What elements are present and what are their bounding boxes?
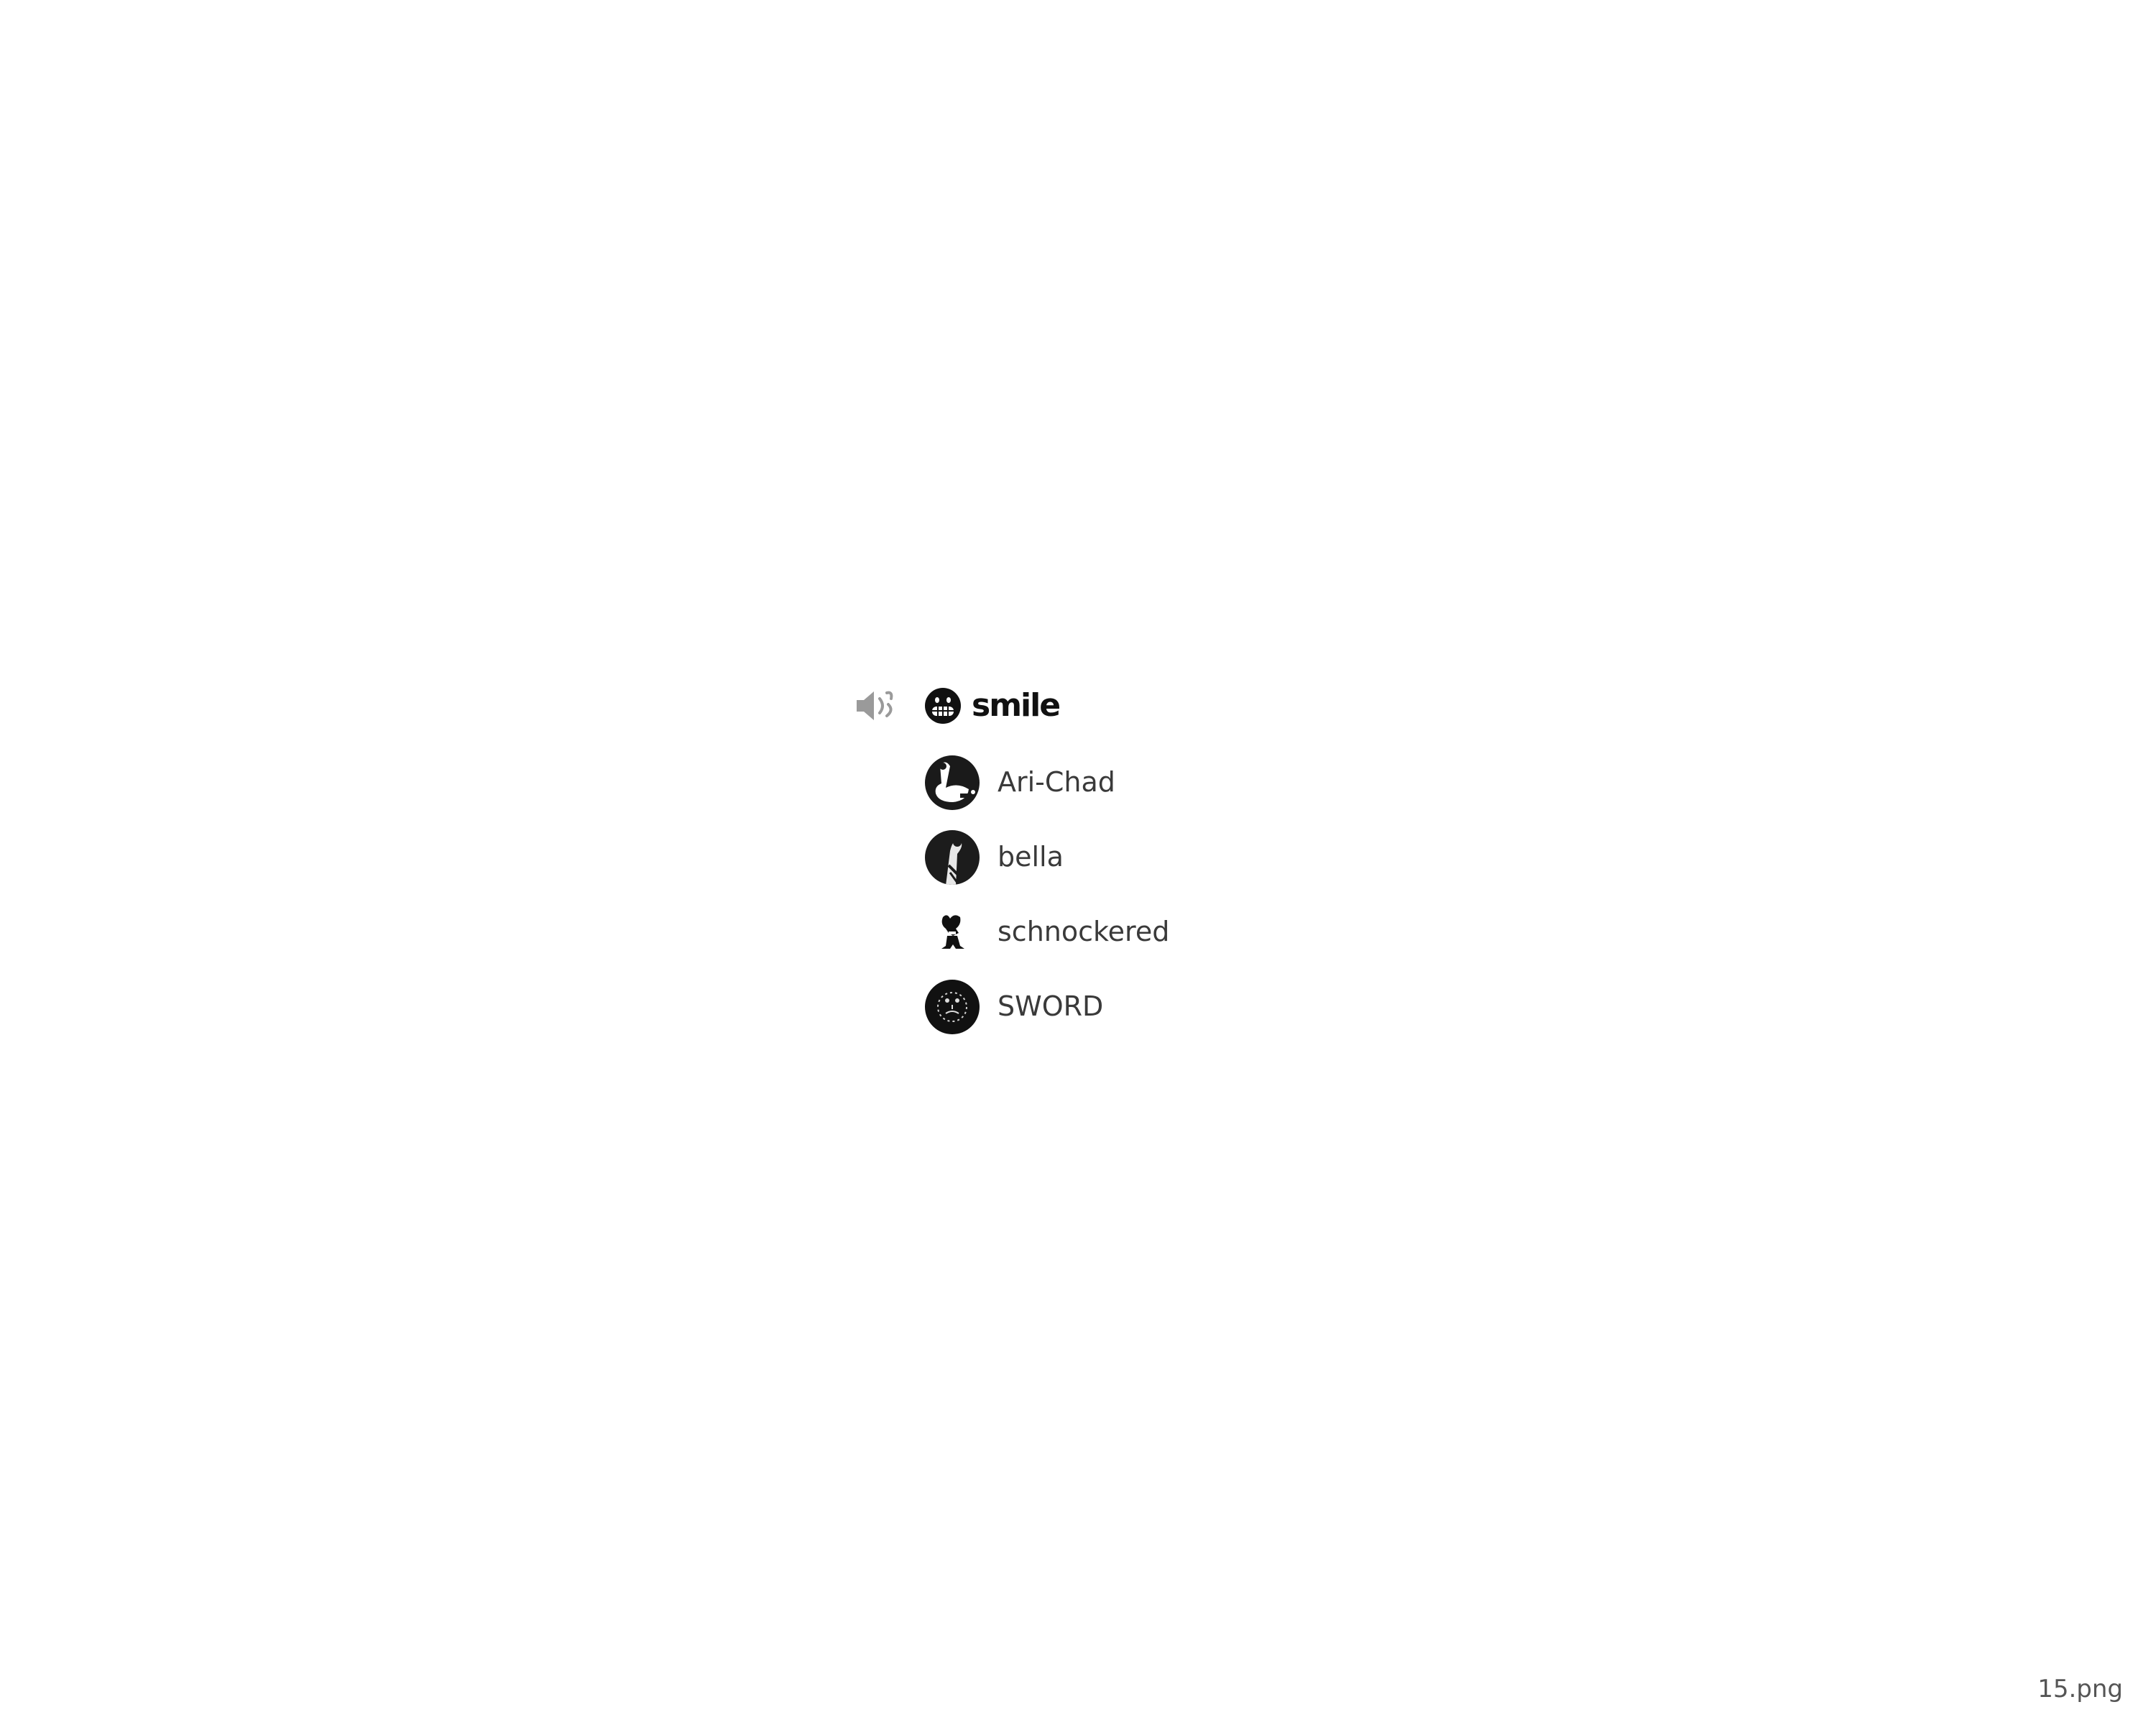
voice-member-ari-chad[interactable]: Ari-Chad [924,755,1226,812]
voice-member-name: SWORD [998,990,1104,1022]
voice-member-name: bella [998,841,1064,873]
voice-channel: smile Ari-Chad bella schnockered SWORD [855,683,1229,1034]
avatar [925,980,980,1034]
voice-member-sword[interactable]: SWORD [924,979,1226,1036]
voice-member-schnockered[interactable]: schnockered [924,904,1226,962]
voice-channel-header[interactable]: smile [855,683,1229,729]
avatar [925,830,980,885]
speaker-icon [857,691,893,720]
voice-member-bella[interactable]: bella [924,829,1226,887]
file-label: 15.png [2037,1675,2123,1703]
avatar [925,755,980,810]
voice-channel-name: smile [972,687,1061,724]
grinning-face-icon [925,688,961,724]
page: smile Ari-Chad bella schnockered SWORD 1… [0,0,2156,1725]
avatar [941,915,964,949]
voice-member-name: schnockered [998,916,1170,947]
voice-member-name: Ari-Chad [998,766,1115,798]
